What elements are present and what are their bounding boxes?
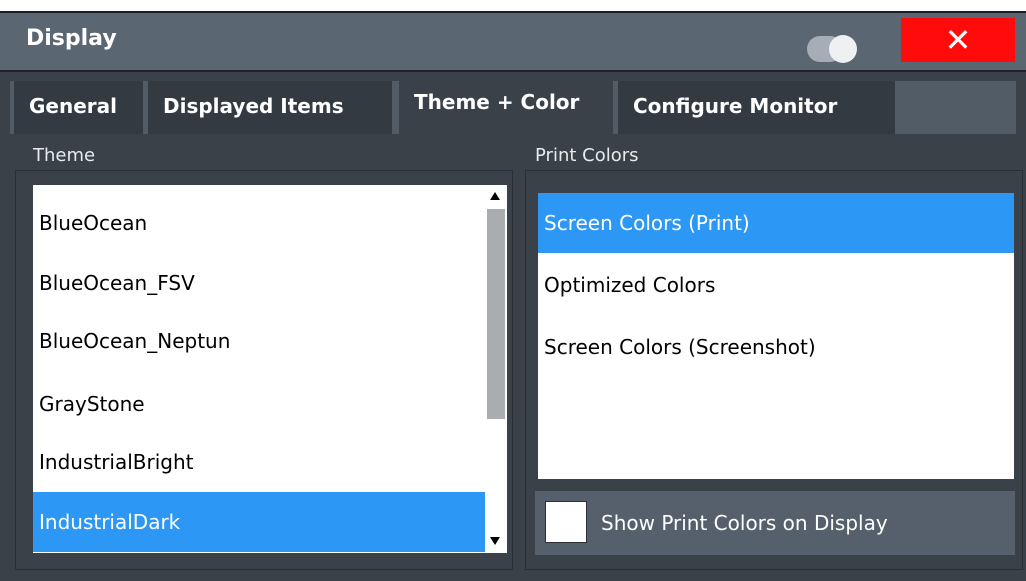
scroll-thumb[interactable] [487,209,505,419]
print-color-item-optimized[interactable]: Optimized Colors [538,255,1014,315]
theme-item-blueocean[interactable]: BlueOcean [33,193,485,253]
show-print-colors-row[interactable]: Show Print Colors on Display [535,491,1015,555]
tab-displayed-items[interactable]: Displayed Items [148,81,392,134]
tab-theme-color[interactable]: Theme + Color [399,78,613,138]
dialog-title: Display [26,26,117,51]
print-colors-list[interactable]: Screen Colors (Print) Optimized Colors S… [538,193,1014,479]
top-strip [0,0,1026,11]
tab-label: General [29,94,117,118]
tab-bar: General Displayed Items Theme + Color Co… [0,72,1026,138]
tab-label: Configure Monitor [633,94,838,118]
theme-item-industrialbright[interactable]: IndustrialBright [33,432,485,492]
title-bar: Display ✕ [0,13,1026,72]
show-print-colors-checkbox[interactable] [545,501,587,543]
theme-item-graystone[interactable]: GrayStone [33,374,485,434]
print-colors-group-label: Print Colors [535,145,639,166]
print-color-item-screen-print[interactable]: Screen Colors (Print) [538,193,1014,253]
theme-scrollbar[interactable] [485,185,507,553]
toggle-switch-icon[interactable] [807,35,857,63]
theme-item-blueocean-fsv[interactable]: BlueOcean_FSV [33,253,485,313]
tab-general[interactable]: General [14,81,143,134]
tab-label: Displayed Items [163,94,344,118]
tab-label: Theme + Color [414,90,580,114]
toggle-knob [829,35,857,63]
show-print-colors-label: Show Print Colors on Display [601,511,888,535]
scroll-up-icon[interactable] [490,192,500,200]
theme-group-label: Theme [33,145,96,166]
close-button[interactable]: ✕ [901,18,1015,62]
tab-configure-monitor[interactable]: Configure Monitor [618,81,895,134]
theme-list[interactable]: BlueOcean BlueOcean_FSV BlueOcean_Neptun… [33,185,485,553]
scroll-down-icon[interactable] [490,537,500,545]
theme-item-industrialdark[interactable]: IndustrialDark [33,492,485,552]
display-dialog: Display ✕ General Displayed Items Theme … [0,0,1026,581]
print-color-item-screen-screenshot[interactable]: Screen Colors (Screenshot) [538,317,1014,377]
close-icon: ✕ [944,21,972,59]
theme-item-blueocean-neptun[interactable]: BlueOcean_Neptun [33,311,485,371]
